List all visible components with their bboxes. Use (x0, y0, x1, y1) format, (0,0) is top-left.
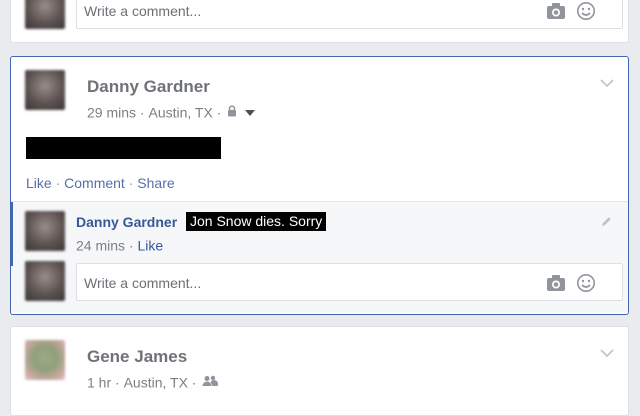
post-timestamp[interactable]: 29 mins (87, 104, 136, 120)
action-separator: · (124, 175, 138, 191)
author-avatar[interactable] (25, 340, 65, 380)
redacted-post-text (26, 137, 221, 159)
share-link[interactable]: Share (137, 175, 174, 191)
comment-author-name[interactable]: Danny Gardner (76, 214, 177, 230)
comment-box[interactable]: Write a comment... (76, 0, 623, 29)
current-user-avatar[interactable] (25, 261, 65, 301)
chevron-down-icon[interactable] (600, 345, 614, 363)
post-meta: 1 hr · Austin, TX · (87, 373, 219, 391)
comment-timestamp[interactable]: 24 mins (76, 237, 125, 253)
post-author-name[interactable]: Danny Gardner (87, 77, 210, 97)
post-meta: 29 mins · Austin, TX · (87, 103, 256, 121)
comment-text: Jon Snow dies. Sorry (186, 212, 327, 231)
post-location[interactable]: Austin, TX (124, 374, 188, 390)
comment-highlight-bar (11, 202, 13, 266)
meta-separator: · (191, 374, 201, 391)
post-location[interactable]: Austin, TX (148, 104, 212, 120)
comment-box[interactable]: Write a comment... (76, 263, 623, 301)
caret-down-icon[interactable] (245, 104, 256, 120)
like-link[interactable]: Like (26, 175, 52, 191)
comment-meta: 24 mins · Like (76, 236, 163, 253)
current-user-avatar[interactable] (25, 0, 65, 29)
post-actions: Like · Comment · Share (26, 175, 175, 191)
smiley-icon[interactable] (576, 273, 596, 298)
commenter-avatar[interactable] (25, 211, 65, 251)
smiley-icon[interactable] (576, 1, 596, 26)
lock-icon[interactable] (227, 104, 237, 120)
pencil-icon[interactable] (601, 214, 612, 232)
comments-section: Danny Gardner Jon Snow dies. Sorry 24 mi… (11, 201, 628, 312)
comment-placeholder[interactable]: Write a comment... (84, 275, 201, 291)
chevron-down-icon[interactable] (600, 75, 614, 93)
comment-placeholder[interactable]: Write a comment... (84, 3, 201, 19)
meta-separator: · (216, 104, 226, 121)
comment-like-link[interactable]: Like (137, 237, 163, 253)
post-author-name[interactable]: Gene James (87, 347, 187, 367)
top-post-card: Write a comment... (10, 0, 629, 43)
comment-link[interactable]: Comment (64, 175, 125, 191)
camera-icon[interactable] (546, 274, 566, 297)
meta-separator: · (115, 374, 124, 391)
action-separator: · (51, 175, 65, 191)
post-card: Danny Gardner 29 mins · Austin, TX · Lik… (10, 56, 629, 315)
camera-icon[interactable] (546, 2, 566, 25)
post-card: Gene James 1 hr · Austin, TX · (10, 326, 629, 416)
friends-icon[interactable] (202, 374, 219, 390)
post-timestamp[interactable]: 1 hr (87, 374, 111, 390)
author-avatar[interactable] (25, 70, 65, 110)
